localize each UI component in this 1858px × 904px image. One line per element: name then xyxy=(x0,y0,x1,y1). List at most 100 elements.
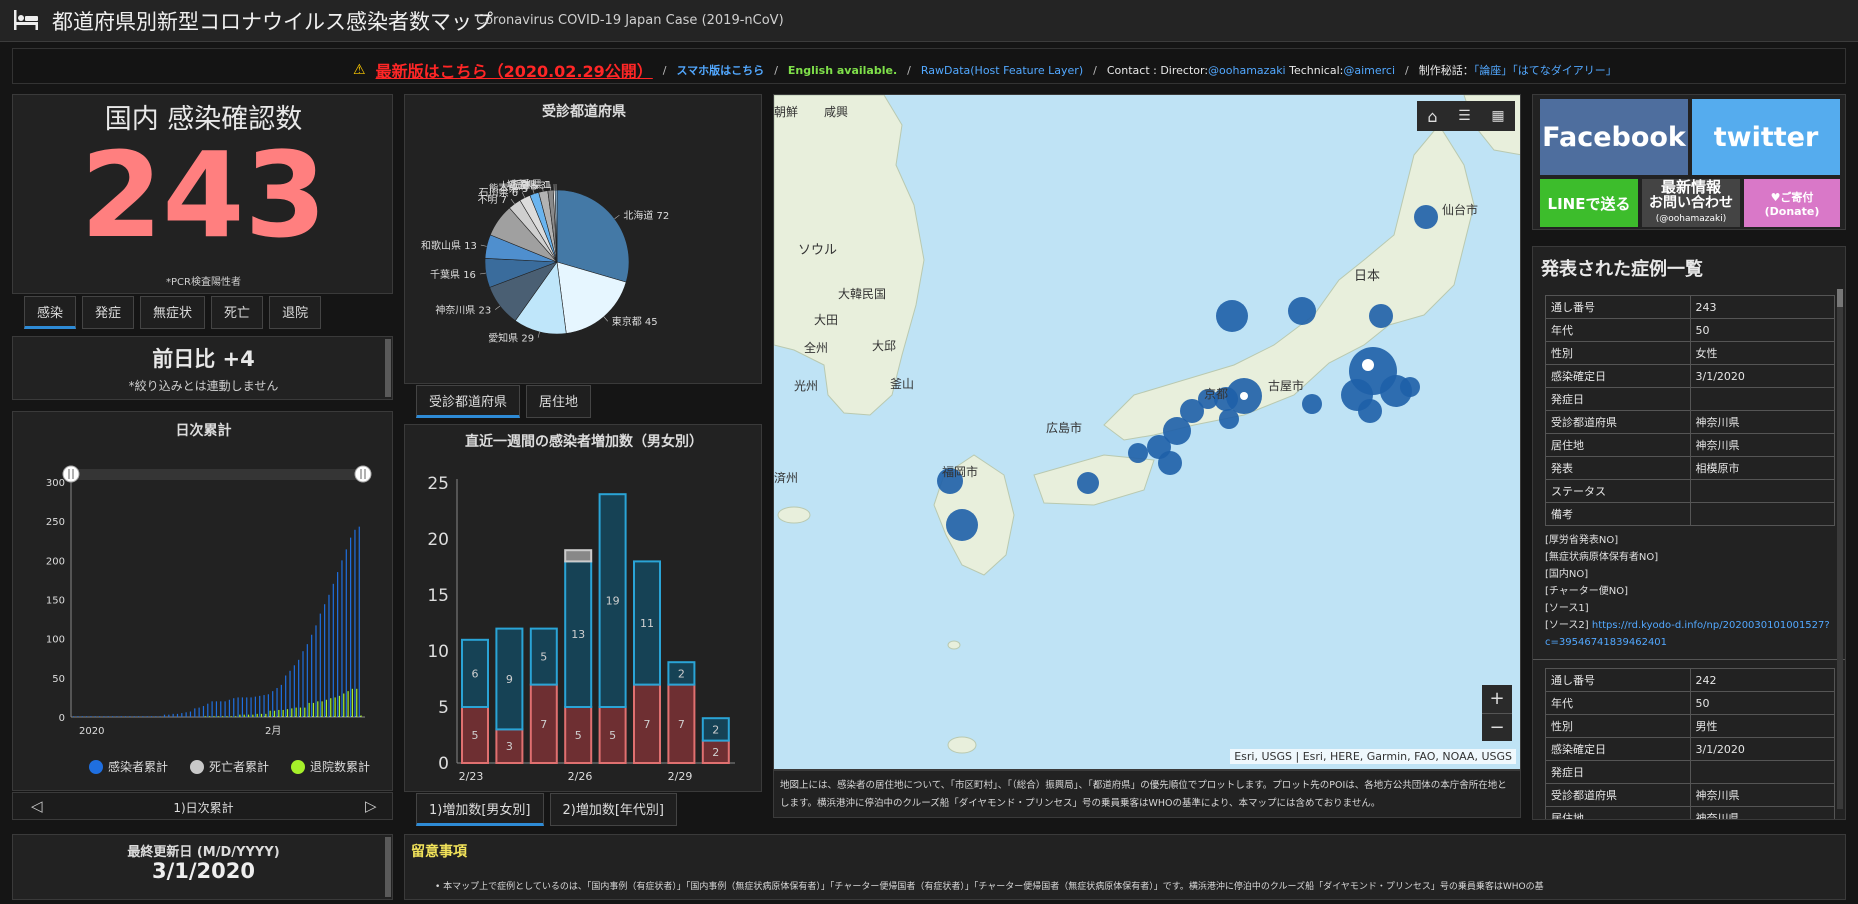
tab-discharge[interactable]: 退院 xyxy=(269,296,322,329)
legend-item[interactable]: 死亡者累計 xyxy=(190,758,269,775)
mobile-version-link[interactable]: スマホ版はこちら xyxy=(677,62,765,78)
cumulative-bar xyxy=(224,701,226,717)
case-bubble[interactable] xyxy=(1216,300,1248,332)
case-bubble[interactable] xyxy=(1128,443,1148,463)
scrollbar-thumb[interactable] xyxy=(1837,289,1843,307)
y-tick-label: 5 xyxy=(438,698,449,718)
tab-residence[interactable]: 居住地 xyxy=(526,385,592,418)
table-row: 通し番号 242 xyxy=(1545,668,1835,692)
case-bubble[interactable] xyxy=(1302,394,1322,414)
technical-link[interactable]: @aimerci xyxy=(1343,64,1395,77)
case-bubble[interactable] xyxy=(1077,472,1099,494)
cumulative-bar xyxy=(273,710,276,717)
legend-swatch xyxy=(291,759,306,774)
facebook-button[interactable]: Facebook xyxy=(1540,99,1688,175)
case-bubble[interactable] xyxy=(946,509,978,541)
bar-value-label: 2 xyxy=(678,667,685,680)
cumulative-bar xyxy=(332,583,334,717)
twitter-button[interactable]: twitter xyxy=(1692,99,1840,175)
field-value: 女性 xyxy=(1689,341,1835,365)
range-handle-left[interactable] xyxy=(62,465,80,483)
range-track xyxy=(69,469,369,480)
cumulative-bar xyxy=(142,716,144,717)
chevron-right-icon[interactable]: ▷ xyxy=(365,797,377,815)
last-update-title: 最終更新日 (M/D/YYYY) xyxy=(127,845,280,860)
case-bubble[interactable] xyxy=(1288,297,1316,325)
case-record-242: 通し番号 242 年代 50 性別 男性 感染確定日 3/1/2020 発症日 受診都道府県 神奈川… xyxy=(1545,668,1835,819)
cumulative-bar xyxy=(358,526,360,717)
scrollbar[interactable] xyxy=(385,339,391,397)
tab-by-age[interactable]: 2)増加数[年代別] xyxy=(549,793,677,826)
tab-prefecture[interactable]: 受診都道府県 xyxy=(416,385,521,418)
zoom-out-button[interactable]: − xyxy=(1482,714,1512,741)
pie-slice-label: 神奈川県 23 xyxy=(435,304,491,317)
separator: / xyxy=(1093,63,1097,77)
cumulative-bar xyxy=(308,702,310,717)
rawdata-link[interactable]: RawData(Host Feature Layer) xyxy=(921,64,1083,77)
field-name: 通し番号 xyxy=(1545,668,1691,692)
tab-asymptomatic[interactable]: 無症状 xyxy=(140,296,206,329)
case-bubble[interactable] xyxy=(1400,377,1420,397)
director-link[interactable]: @oohamazaki xyxy=(1208,64,1286,77)
pie-leader-line xyxy=(510,198,515,205)
table-row: 年代 50 xyxy=(1545,691,1835,715)
cumulative-bar xyxy=(111,716,114,717)
tab-infection[interactable]: 感染 xyxy=(24,296,77,329)
english-link[interactable]: English available. xyxy=(788,64,897,77)
donate-button[interactable]: ♥ご寄付 (Donate) xyxy=(1744,179,1840,227)
cumulative-bar xyxy=(237,697,239,717)
legend-swatch xyxy=(89,759,103,774)
cumulative-bar xyxy=(81,716,83,717)
legend-item[interactable]: 退院数累計 xyxy=(291,758,370,775)
line-share-button[interactable]: LINEで送る xyxy=(1540,179,1638,227)
daydiff-panel: 前日比 +4 *絞り込みとは連動しません xyxy=(12,336,393,400)
cumulative-bar xyxy=(347,691,349,717)
tab-onset[interactable]: 発症 xyxy=(82,296,135,329)
case-bubble[interactable] xyxy=(1158,451,1182,475)
source2-link[interactable]: https://rd.kyodo-d.info/np/2020030101001… xyxy=(1592,620,1830,631)
weekly-bar[interactable] xyxy=(564,549,593,563)
cumulative-bar xyxy=(213,716,215,717)
cumulative-bar xyxy=(246,697,248,717)
scrollbar[interactable] xyxy=(385,837,391,897)
x-tick-label: 2月 xyxy=(265,725,281,737)
cumulative-bar xyxy=(319,613,321,717)
pie-leader-line xyxy=(479,272,486,275)
cumulative-bar xyxy=(263,695,265,717)
case-bubble[interactable] xyxy=(1219,409,1239,429)
island xyxy=(947,640,961,650)
cumulative-bar xyxy=(360,715,362,717)
map-label: 咸興 xyxy=(824,105,849,119)
news-contact-button[interactable]: 最新情報 お問い合わせ (@oohamazaki) xyxy=(1642,179,1740,227)
hatena-link[interactable]: 「はてなダイアリー」 xyxy=(1512,64,1617,77)
case-list-scrollbar[interactable] xyxy=(1837,289,1843,809)
home-icon[interactable]: ⌂ xyxy=(1427,107,1437,126)
source2-link-cont[interactable]: c=39546741839462401 xyxy=(1545,637,1667,648)
basemap-gallery-icon[interactable]: ▦ xyxy=(1491,108,1504,124)
case-bubble[interactable] xyxy=(1369,304,1393,328)
legend-item[interactable]: 感染者累計 xyxy=(89,758,168,775)
bar-value-label: 9 xyxy=(506,673,513,686)
cumulative-bar xyxy=(312,702,315,717)
separator: / xyxy=(907,63,911,77)
field-value xyxy=(1689,479,1835,503)
map-view[interactable]: 朝鮮 咸興 ソウル 大韓民国 大田 大邱 全州 光州 釜山 済州 福岡市 広島市… xyxy=(773,94,1521,770)
field-name: 性別 xyxy=(1545,341,1691,365)
cumulative-bar xyxy=(311,634,313,717)
latest-version-link[interactable]: 最新版はこちら（2020.02.29公開） xyxy=(376,58,653,82)
map-label: 朝鮮 xyxy=(774,105,799,119)
range-handle-right[interactable] xyxy=(354,465,372,483)
case-bubble[interactable] xyxy=(1358,399,1382,423)
total-count-panel: 国内 感染確認数 243 *PCR検査陽性者 xyxy=(12,94,393,294)
korea-landmass xyxy=(774,95,925,416)
tab-death[interactable]: 死亡 xyxy=(211,296,264,329)
field-name: 発症日 xyxy=(1545,387,1691,411)
tab-by-gender[interactable]: 1)増加数[男女別] xyxy=(416,793,544,826)
ronza-link[interactable]: 「論座」 xyxy=(1474,64,1513,77)
zoom-in-button[interactable]: + xyxy=(1482,685,1512,714)
legend-swatch xyxy=(190,759,205,774)
map-attribution: Esri, USGS | Esri, HERE, Garmin, FAO, NO… xyxy=(1230,749,1516,764)
cumulative-bar xyxy=(291,708,293,717)
list-icon[interactable]: ☰ xyxy=(1458,108,1471,124)
case-bubble[interactable] xyxy=(1414,205,1438,229)
